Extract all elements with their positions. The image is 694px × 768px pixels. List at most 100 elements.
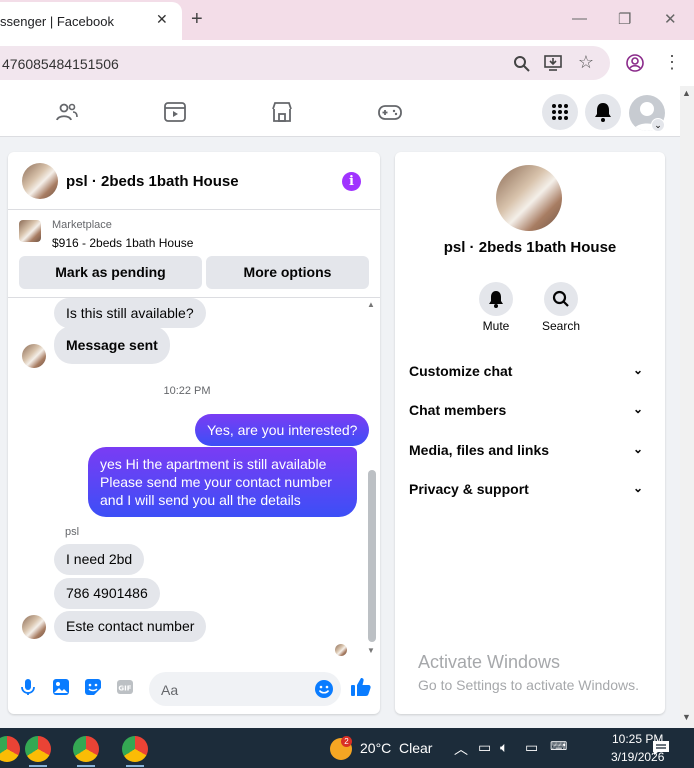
video-icon[interactable] bbox=[163, 100, 187, 124]
sticker-icon[interactable] bbox=[84, 678, 102, 696]
row-label: Privacy & support bbox=[409, 481, 529, 497]
listing-title[interactable]: $916 - 2beds 1bath House bbox=[52, 236, 193, 250]
weather-badge: 2 bbox=[341, 736, 352, 747]
weather-condition[interactable]: Clear bbox=[399, 740, 432, 756]
conversation-avatar[interactable] bbox=[496, 165, 562, 231]
message-line: Please send me your contact number bbox=[100, 474, 332, 490]
scroll-down-icon[interactable]: ▼ bbox=[367, 646, 375, 655]
activate-windows-subtitle: Go to Settings to activate Windows. bbox=[418, 677, 639, 693]
gif-icon[interactable]: GIF bbox=[116, 678, 134, 696]
install-icon[interactable] bbox=[544, 54, 562, 72]
chat-info-panel: psl · 2beds 1bath House Mute Search Cust… bbox=[395, 152, 665, 714]
menu-grid-button[interactable] bbox=[542, 94, 578, 130]
sender-name: psl bbox=[65, 526, 80, 538]
weather-temperature[interactable]: 20°C bbox=[360, 740, 391, 756]
info-icon[interactable]: i bbox=[342, 172, 361, 191]
sender-avatar[interactable] bbox=[22, 344, 46, 368]
chevron-down-icon: ⌄ bbox=[632, 402, 643, 416]
microphone-icon[interactable] bbox=[19, 678, 37, 696]
chrome-app-icon[interactable] bbox=[122, 736, 148, 762]
message-line: and I will send you all the details bbox=[100, 492, 301, 508]
read-receipt-avatar bbox=[335, 644, 347, 656]
network-icon[interactable]: ▭ bbox=[525, 739, 538, 756]
activate-windows-title: Activate Windows bbox=[418, 652, 561, 672]
minimize-icon[interactable]: — bbox=[572, 10, 587, 27]
scroll-down-icon[interactable]: ▼ bbox=[682, 712, 691, 722]
like-thumb-icon[interactable] bbox=[350, 676, 372, 698]
search-button[interactable] bbox=[544, 282, 578, 316]
photo-icon[interactable] bbox=[52, 678, 70, 696]
message-incoming[interactable]: Is this still available? bbox=[54, 298, 206, 328]
chat-title[interactable]: psl · 2beds 1bath House bbox=[66, 173, 239, 190]
grid-icon bbox=[552, 104, 568, 120]
search-icon bbox=[552, 290, 569, 307]
browser-tab[interactable]: ssenger | Facebook ✕ bbox=[0, 2, 182, 40]
row-label: Customize chat bbox=[409, 363, 513, 379]
profile-icon[interactable] bbox=[626, 54, 644, 72]
sender-avatar[interactable] bbox=[22, 615, 46, 639]
restore-icon[interactable]: ❐ bbox=[618, 10, 631, 28]
marketplace-label: Marketplace bbox=[52, 219, 112, 231]
message-incoming[interactable]: I need 2bd bbox=[54, 544, 145, 575]
tab-close-icon[interactable]: ✕ bbox=[156, 11, 168, 28]
scroll-up-icon[interactable]: ▲ bbox=[367, 300, 375, 309]
privacy-support-row[interactable]: Privacy & support ⌄ bbox=[409, 481, 653, 505]
chrome-app-icon[interactable] bbox=[0, 736, 20, 762]
mute-button[interactable] bbox=[479, 282, 513, 316]
message-outgoing-multiline[interactable]: yes Hi the apartment is still available … bbox=[88, 447, 357, 517]
message-outgoing[interactable]: Yes, are you interested? bbox=[195, 414, 370, 446]
svg-text:GIF: GIF bbox=[118, 685, 131, 693]
volume-icon[interactable]: 🔈︎ bbox=[500, 739, 508, 756]
listing-thumbnail[interactable] bbox=[19, 220, 41, 242]
chat-scroll-thumb[interactable] bbox=[368, 470, 376, 642]
menu-kebab-icon[interactable]: ⋮ bbox=[663, 53, 681, 71]
address-bar: 476085484151506 ☆ ⋮ bbox=[0, 40, 694, 86]
friends-icon[interactable] bbox=[55, 100, 79, 124]
more-options-button[interactable]: More options bbox=[206, 256, 369, 289]
emoji-icon[interactable] bbox=[314, 679, 334, 699]
message-timestamp: 10:22 PM bbox=[163, 385, 211, 397]
chevron-down-icon: ⌄ bbox=[632, 363, 643, 377]
message-incoming[interactable]: Message sent bbox=[54, 326, 170, 364]
camera-icon[interactable]: ▭ bbox=[478, 739, 491, 756]
notifications-button[interactable] bbox=[585, 94, 621, 130]
new-tab-icon[interactable]: + bbox=[191, 8, 203, 31]
chevron-down-icon: ⌄ bbox=[632, 442, 643, 456]
customize-chat-row[interactable]: Customize chat ⌄ bbox=[409, 363, 653, 387]
keyboard-icon[interactable]: ⌨︎ bbox=[550, 739, 567, 753]
chat-members-row[interactable]: Chat members ⌄ bbox=[409, 402, 653, 426]
chat-panel: psl · 2beds 1bath House i Marketplace $9… bbox=[8, 152, 380, 714]
scroll-up-icon[interactable]: ▲ bbox=[682, 88, 691, 98]
message-line: yes Hi the apartment is still available bbox=[100, 456, 327, 472]
search-label: Search bbox=[541, 319, 581, 333]
media-files-links-row[interactable]: Media, files and links ⌄ bbox=[409, 442, 653, 466]
windows-taskbar: 2 20°C Clear ︿ ▭ 🔈︎ ▭ ⌨︎ 10:25 PM 3/19/2… bbox=[0, 728, 694, 768]
chevron-up-icon[interactable]: ︿ bbox=[454, 739, 468, 759]
tab-title: ssenger | Facebook bbox=[0, 14, 114, 29]
marketplace-listing: Marketplace $916 - 2beds 1bath House Mar… bbox=[8, 210, 380, 298]
bookmark-star-icon[interactable]: ☆ bbox=[577, 53, 595, 71]
taskbar-active-indicator bbox=[29, 765, 47, 767]
facebook-nav bbox=[0, 86, 680, 137]
bell-icon bbox=[489, 291, 503, 308]
gaming-icon[interactable] bbox=[378, 100, 402, 124]
mark-as-pending-button[interactable]: Mark as pending bbox=[19, 256, 202, 289]
browser-tab-bar: ssenger | Facebook ✕ + — ❐ ✕ bbox=[0, 0, 694, 40]
message-placeholder: Aa bbox=[161, 682, 179, 698]
chrome-app-icon[interactable] bbox=[25, 736, 51, 762]
message-input[interactable]: Aa bbox=[149, 672, 341, 706]
marketplace-icon[interactable] bbox=[270, 100, 294, 124]
page-scrollbar[interactable]: ▲ ▼ bbox=[680, 86, 694, 728]
chat-avatar[interactable] bbox=[22, 163, 58, 199]
message-incoming[interactable]: Este contact number bbox=[54, 611, 207, 642]
taskbar-active-indicator bbox=[126, 765, 144, 767]
url-text: 476085484151506 bbox=[2, 56, 119, 72]
close-window-icon[interactable]: ✕ bbox=[664, 10, 677, 28]
message-incoming[interactable]: 786 4901486 bbox=[54, 578, 160, 609]
chrome-app-icon[interactable] bbox=[73, 736, 99, 762]
conversation-title: psl · 2beds 1bath House bbox=[443, 239, 617, 256]
zoom-icon[interactable] bbox=[513, 55, 531, 73]
notification-center-icon[interactable] bbox=[652, 740, 670, 756]
taskbar-active-indicator bbox=[77, 765, 95, 767]
account-chevron-icon[interactable]: ⌄ bbox=[651, 118, 665, 132]
